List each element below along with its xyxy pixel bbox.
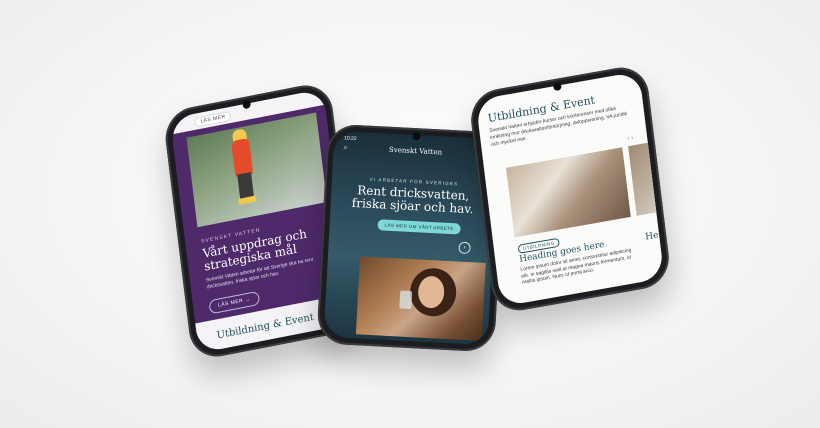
hero-photo bbox=[186, 112, 328, 228]
site-logo[interactable]: Svenskt Vatten bbox=[333, 143, 497, 160]
phone-screen: 10:22 ⌕ Svenskt Vatten ≡ VI ARBETAR FÖR … bbox=[323, 130, 499, 346]
read-more-pill[interactable]: LÄS MER bbox=[194, 110, 233, 128]
next-card-photo bbox=[628, 141, 665, 216]
hero-cta-button[interactable]: LÄS MER OM VÅRT ARBETE bbox=[377, 219, 461, 235]
read-more-button[interactable]: LÄS MER → bbox=[208, 290, 261, 315]
next-card-heading[interactable]: He bbox=[645, 230, 659, 242]
phone-mockup-right: Utbildning & Event Svenskt Vatten erbjud… bbox=[467, 63, 673, 315]
button-label: LÄS MER bbox=[217, 297, 244, 309]
meeting-photo bbox=[506, 147, 631, 238]
photo-glass bbox=[399, 290, 413, 310]
hero-headline: Rent dricksvatten, friska sjöar och hav. bbox=[351, 183, 474, 217]
status-time: 10:22 bbox=[343, 135, 357, 143]
phone-screen: Utbildning & Event Svenskt Vatten erbjud… bbox=[475, 71, 665, 307]
next-section-title: Utbildning & Event bbox=[216, 311, 315, 342]
scroll-down-icon[interactable]: › bbox=[458, 241, 471, 255]
carousel-arrows[interactable]: ‹ › bbox=[627, 135, 633, 142]
